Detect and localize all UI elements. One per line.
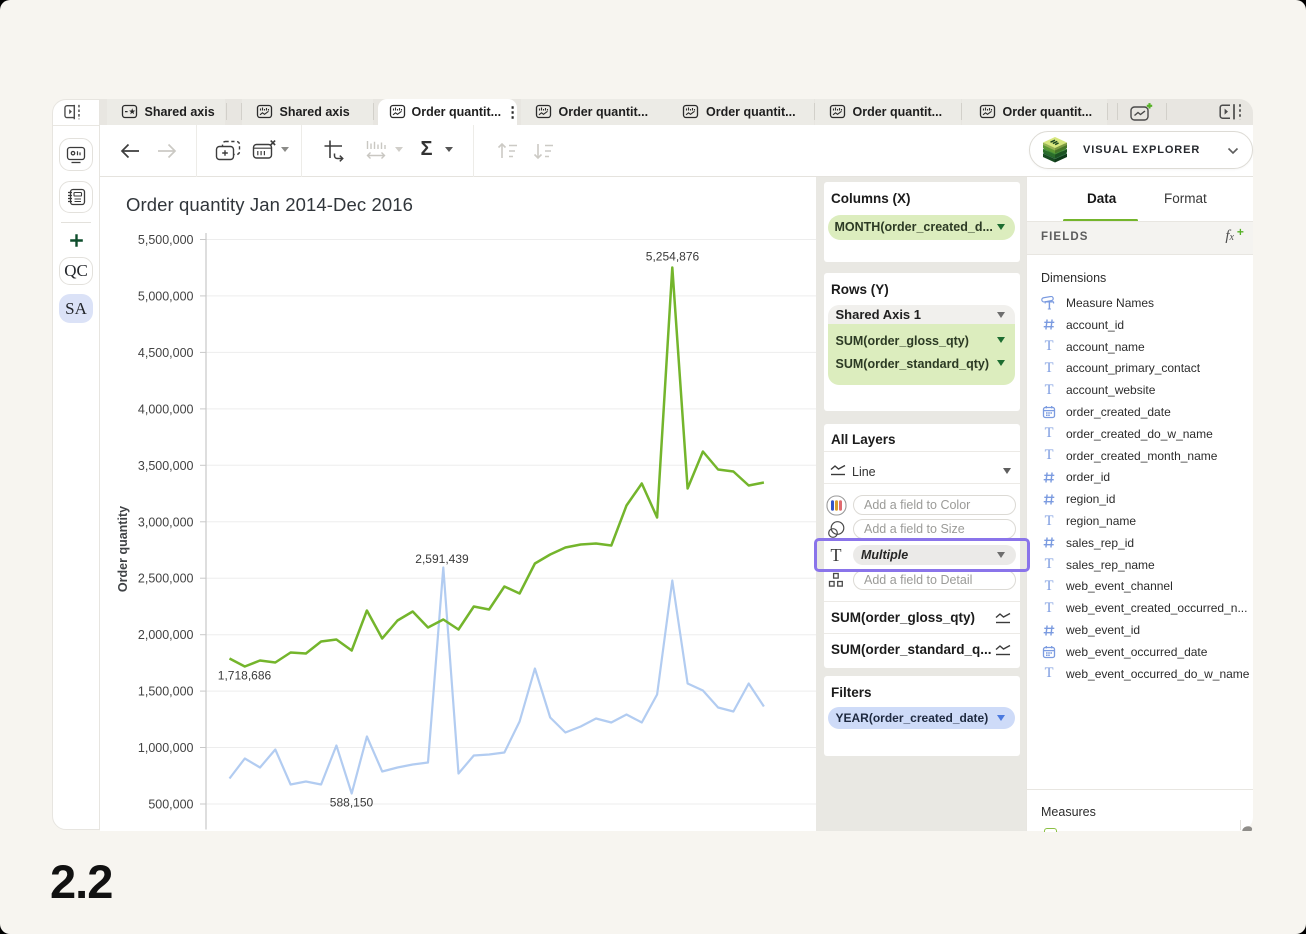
- svg-text:1,500,000: 1,500,000: [137, 684, 193, 698]
- svg-text:5,000,000: 5,000,000: [137, 289, 193, 303]
- svg-text:1,000,000: 1,000,000: [137, 741, 193, 755]
- svg-text:3,500,000: 3,500,000: [137, 458, 193, 472]
- svg-text:500,000: 500,000: [148, 797, 193, 811]
- svg-text:5,254,876: 5,254,876: [645, 249, 699, 263]
- svg-text:2,591,439: 2,591,439: [415, 552, 469, 566]
- svg-text:4,500,000: 4,500,000: [137, 345, 193, 359]
- svg-text:Order quantity: Order quantity: [116, 505, 130, 591]
- svg-text:1,718,686: 1,718,686: [217, 668, 271, 682]
- svg-text:2,000,000: 2,000,000: [137, 628, 193, 642]
- svg-text:2,500,000: 2,500,000: [137, 571, 193, 585]
- svg-text:3,000,000: 3,000,000: [137, 515, 193, 529]
- svg-text:5,500,000: 5,500,000: [137, 233, 193, 247]
- svg-text:588,150: 588,150: [329, 795, 373, 809]
- svg-text:4,000,000: 4,000,000: [137, 402, 193, 416]
